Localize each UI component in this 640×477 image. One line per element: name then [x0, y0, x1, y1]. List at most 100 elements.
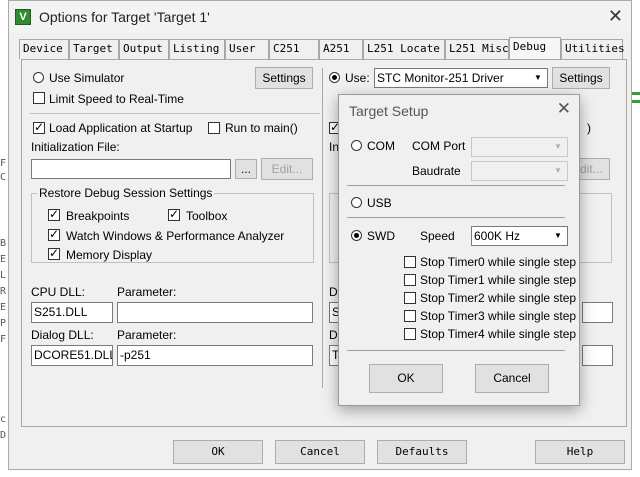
swd-label: SWD: [367, 229, 395, 243]
background-glyph: C: [0, 172, 7, 183]
baudrate-select[interactable]: ▼: [471, 161, 568, 181]
restore-settings-title: Restore Debug Session Settings: [37, 186, 215, 200]
stop-timer0-checkbox[interactable]: [404, 256, 416, 268]
help-button[interactable]: Help: [535, 440, 625, 464]
close-icon[interactable]: ✕: [557, 99, 571, 119]
edit-button[interactable]: Edit...: [261, 158, 313, 180]
tab-l251-locate[interactable]: L251 Locate: [363, 39, 445, 59]
load-app-checkbox[interactable]: [33, 120, 45, 134]
speed-label: Speed: [420, 229, 455, 243]
cpu-dll-input[interactable]: S251.DLL: [31, 302, 113, 323]
stop-timer2-checkbox[interactable]: [404, 292, 416, 304]
divider: [347, 217, 565, 218]
tab-target[interactable]: Target: [69, 39, 119, 59]
close-icon[interactable]: ✕: [608, 6, 623, 27]
use-label: Use:: [345, 71, 370, 85]
keil-app-icon: V: [15, 9, 31, 25]
tab-listing[interactable]: Listing: [169, 39, 225, 59]
usb-label: USB: [367, 196, 392, 210]
limit-speed-checkbox[interactable]: [33, 92, 45, 104]
cpu-parameter-input[interactable]: [117, 302, 313, 323]
dialog-parameter-input[interactable]: -p251: [117, 345, 313, 366]
memory-display-checkbox[interactable]: [48, 246, 60, 260]
init-file-label: Initialization File:: [31, 140, 120, 154]
run-to-main-label-right-partial: ): [587, 121, 591, 135]
tab-debug[interactable]: Debug: [509, 37, 561, 59]
column-divider: [322, 68, 323, 388]
background-glyph: L: [0, 270, 7, 281]
divider: [347, 350, 565, 351]
stop-timer4-checkbox[interactable]: [404, 328, 416, 340]
driver-settings-button[interactable]: Settings: [552, 67, 610, 89]
stop-timer3-label: Stop Timer3 while single step: [420, 309, 577, 323]
cpu-dll-label: CPU DLL:: [31, 285, 86, 299]
stop-timer1-checkbox[interactable]: [404, 274, 416, 286]
toolbox-checkbox[interactable]: [168, 207, 180, 221]
driver-dialog-parameter-input[interactable]: [582, 345, 613, 366]
target-setup-cancel-button[interactable]: Cancel: [475, 364, 549, 393]
speed-select[interactable]: 600K Hz ▼: [471, 226, 568, 246]
background-glyph: P: [0, 318, 7, 329]
tab-device[interactable]: Device: [19, 39, 69, 59]
cancel-button[interactable]: Cancel: [275, 440, 365, 464]
init-file-input[interactable]: [31, 159, 231, 179]
background-glyph: D: [0, 430, 7, 441]
tab-l251-misc[interactable]: L251 Misc: [445, 39, 509, 59]
driver-select-value: STC Monitor-251 Driver: [377, 71, 504, 85]
dialog-dll-input[interactable]: DCORE51.DLL: [31, 345, 113, 366]
com-radio[interactable]: [351, 140, 362, 151]
chevron-down-icon: ▼: [554, 231, 562, 240]
baudrate-label: Baudrate: [412, 164, 461, 178]
memory-display-label: Memory Display: [66, 248, 153, 262]
background-marker: [632, 92, 640, 95]
load-app-label: Load Application at Startup: [49, 121, 193, 135]
window-title: Options for Target 'Target 1': [39, 9, 210, 25]
stop-timer3-checkbox[interactable]: [404, 310, 416, 322]
swd-radio[interactable]: [351, 230, 362, 241]
stop-timer4-label: Stop Timer4 while single step: [420, 327, 577, 341]
com-port-label: COM Port: [412, 139, 466, 153]
speed-select-value: 600K Hz: [474, 229, 521, 243]
use-driver-radio[interactable]: [329, 72, 340, 83]
use-simulator-radio[interactable]: [33, 72, 44, 83]
tab-output[interactable]: Output: [119, 39, 169, 59]
background-glyph: B: [0, 238, 7, 249]
background-glyph: F: [0, 158, 7, 169]
defaults-button[interactable]: Defaults: [377, 440, 467, 464]
title-bar: V Options for Target 'Target 1' ✕: [9, 1, 631, 33]
tab-utilities[interactable]: Utilities: [561, 39, 625, 59]
ok-button[interactable]: OK: [173, 440, 263, 464]
stop-timer0-label: Stop Timer0 while single step: [420, 255, 577, 269]
chevron-down-icon: ▼: [554, 142, 562, 151]
limit-speed-label: Limit Speed to Real-Time: [49, 92, 184, 106]
simulator-settings-button[interactable]: Settings: [255, 67, 313, 89]
stop-timer1-label: Stop Timer1 while single step: [420, 273, 577, 287]
target-setup-title: Target Setup: [349, 103, 429, 119]
background-glyph: E: [0, 254, 7, 265]
target-setup-ok-button[interactable]: OK: [369, 364, 443, 393]
watch-windows-label: Watch Windows & Performance Analyzer: [66, 229, 285, 243]
com-label: COM: [367, 139, 395, 153]
background-glyph: F: [0, 334, 7, 345]
run-to-main-label: Run to main(): [225, 121, 298, 135]
watch-windows-checkbox[interactable]: [48, 227, 60, 241]
toolbox-label: Toolbox: [186, 209, 228, 223]
com-port-select[interactable]: ▼: [471, 137, 568, 157]
divider: [347, 185, 565, 186]
background-glyph: E: [0, 302, 7, 313]
driver-select[interactable]: STC Monitor-251 Driver ▼: [374, 68, 548, 88]
breakpoints-label: Breakpoints: [66, 209, 130, 223]
use-simulator-label: Use Simulator: [49, 71, 125, 85]
tab-user[interactable]: User: [225, 39, 269, 59]
tab-a251[interactable]: A251: [319, 39, 363, 59]
browse-button[interactable]: ...: [235, 159, 257, 179]
run-to-main-checkbox[interactable]: [208, 122, 220, 134]
usb-radio[interactable]: [351, 197, 362, 208]
chevron-down-icon: ▼: [534, 73, 542, 82]
breakpoints-checkbox[interactable]: [48, 207, 60, 221]
divider: [30, 113, 320, 114]
dialog-dll-label: Dialog DLL:: [31, 328, 94, 342]
dialog-parameter-label: Parameter:: [117, 328, 177, 342]
driver-parameter-input[interactable]: [582, 302, 613, 323]
tab-c251[interactable]: C251: [269, 39, 319, 59]
